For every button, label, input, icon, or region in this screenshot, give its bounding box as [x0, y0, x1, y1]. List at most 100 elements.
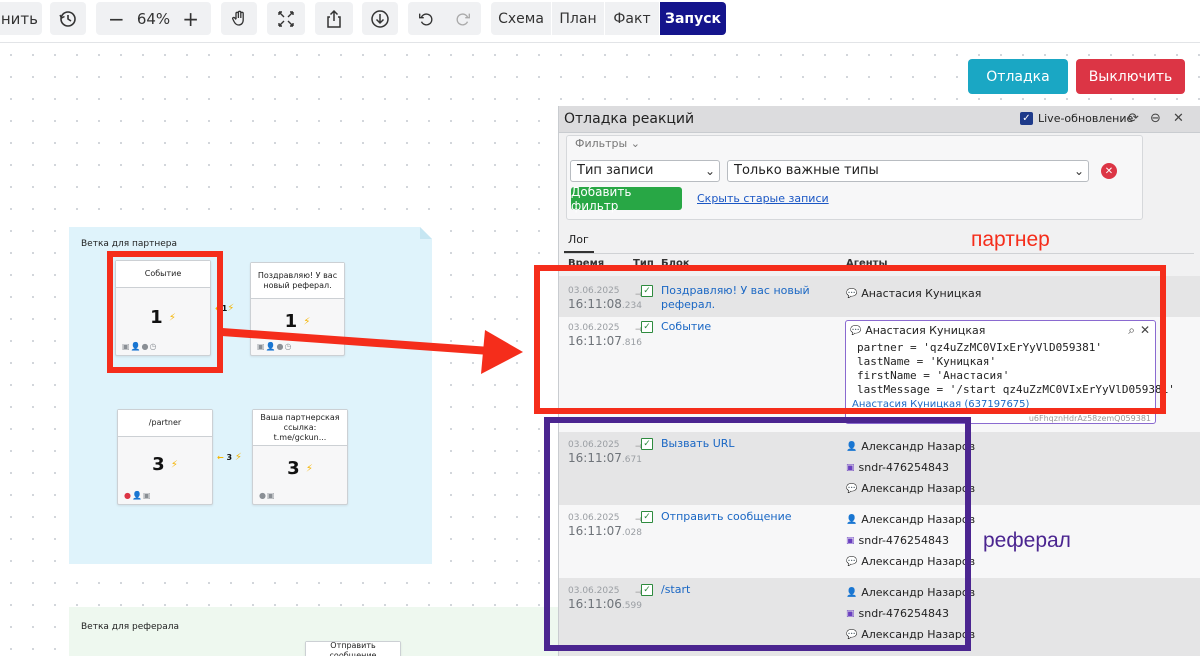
- top-toolbar: анить − 64% + Схема План Факт Запуск: [0, 0, 1200, 43]
- undo-icon[interactable]: [417, 10, 435, 28]
- node-status-icons: ●👤▣: [124, 491, 152, 500]
- col-type[interactable]: Тип: [633, 258, 654, 269]
- filter-value-text: Только важные типы: [734, 163, 879, 178]
- checkbox-checked-icon[interactable]: ✓: [1020, 112, 1033, 125]
- remove-filter-button[interactable]: ✕: [1101, 163, 1117, 179]
- tab-fact[interactable]: Факт: [605, 2, 659, 35]
- refresh-icon[interactable]: ⟳: [1128, 111, 1139, 126]
- debug-panel: Отладка реакций ✓ Live-обновление ⟳ ⊖ ✕ …: [558, 106, 1200, 656]
- row-block-link[interactable]: /start: [661, 583, 811, 597]
- node-congrats[interactable]: Поздравляю! У вас новый реферал. 1 ⚡ ▣👤●…: [250, 262, 345, 356]
- tab-launch[interactable]: Запуск: [660, 2, 726, 35]
- chat-icon: 💬: [846, 483, 858, 494]
- row-time: 16:11:07.028: [568, 524, 642, 538]
- row-agent[interactable]: 👤 Александр Назаров: [846, 440, 975, 453]
- popup-agent-link[interactable]: Анастасия Куницкая (637197675): [852, 399, 1029, 410]
- close-icon: ✕: [1104, 165, 1114, 177]
- tab-scheme-label: Схема: [498, 10, 544, 27]
- connector-label-1: ←1⚡: [215, 303, 235, 314]
- download-button[interactable]: [362, 2, 398, 35]
- node-partner-link[interactable]: Ваша партнерская ссылка: t.me/gckun... 3…: [252, 409, 348, 505]
- tab-scheme[interactable]: Схема: [491, 2, 551, 35]
- debug-button-label: Отладка: [986, 68, 1050, 85]
- log-row[interactable]: 03.06.2025 16:11:07.671 → ✓ Вызвать URL …: [559, 432, 1200, 505]
- filters-toggle[interactable]: Фильтры ⌄: [575, 137, 640, 150]
- col-block[interactable]: Блок: [661, 258, 690, 269]
- log-row[interactable]: 03.06.2025 16:11:06.599 → ✓ /start 👤 Алек…: [559, 578, 1200, 656]
- row-date: 03.06.2025: [568, 513, 620, 523]
- branch-partner[interactable]: Ветка для партнера Событие 1 ⚡ ▣👤●◷ ←1⚡ …: [69, 227, 432, 564]
- row-agent[interactable]: 👤 Александр Назаров: [846, 586, 975, 599]
- search-icon[interactable]: ⌕: [1128, 323, 1135, 338]
- row-block-link[interactable]: Вызвать URL: [661, 437, 811, 451]
- debug-button[interactable]: Отладка: [968, 59, 1068, 94]
- zoom-out-button[interactable]: −: [108, 7, 125, 31]
- filter-type-select[interactable]: Тип записи ⌄: [570, 160, 720, 182]
- row-block-link[interactable]: Событие: [661, 320, 811, 334]
- row-date: 03.06.2025: [568, 323, 620, 333]
- share-button[interactable]: [315, 2, 353, 35]
- tab-log[interactable]: Лог: [568, 233, 589, 246]
- tab-plan[interactable]: План: [552, 2, 604, 35]
- row-agent[interactable]: 💬 Александр Назаров: [846, 555, 975, 568]
- lightning-icon: ⚡: [168, 312, 176, 324]
- node-counter: 1 ⚡: [284, 311, 311, 332]
- node-partner-command[interactable]: /partner 3 ⚡ ●👤▣: [117, 409, 213, 505]
- log-row[interactable]: 03.06.2025 16:11:07.028 → ✓ Отправить со…: [559, 505, 1200, 578]
- close-icon[interactable]: ✕: [1140, 323, 1150, 337]
- fit-arrows-icon: [278, 10, 294, 27]
- chevron-down-icon: ⌄: [704, 164, 715, 178]
- branch-partner-title: Ветка для партнера: [81, 239, 178, 249]
- row-date: 03.06.2025: [568, 286, 620, 296]
- row-agent[interactable]: ▣ sndr-476254843: [846, 607, 949, 620]
- user-icon: 👤: [846, 587, 858, 598]
- col-agents[interactable]: Агенты: [846, 258, 888, 269]
- chat-icon: 💬: [850, 325, 862, 336]
- node-send-message[interactable]: Отправить сообщение: [305, 641, 401, 656]
- zoom-in-button[interactable]: +: [182, 7, 199, 31]
- chat-icon: 💬: [846, 288, 858, 299]
- chevron-down-icon: ⌄: [630, 137, 640, 150]
- popup-truncated-id: u6FhqznHdrAz58zemQ059381: [1028, 414, 1151, 423]
- hand-tool-button[interactable]: [221, 2, 257, 35]
- row-block-link[interactable]: Поздравляю! У вас новый реферал.: [661, 284, 811, 312]
- close-icon[interactable]: ✕: [1173, 111, 1184, 126]
- row-agent[interactable]: 💬 Александр Назаров: [846, 628, 975, 641]
- redo-icon[interactable]: [454, 10, 472, 28]
- branch-referral[interactable]: Ветка для реферала Отправить сообщение: [69, 607, 559, 656]
- disable-button-label: Выключить: [1088, 68, 1173, 85]
- row-agent[interactable]: ▣ sndr-476254843: [846, 461, 949, 474]
- minimize-icon[interactable]: ⊖: [1150, 111, 1161, 126]
- filters-box: Фильтры ⌄ Тип записи ⌄ Только важные тип…: [566, 135, 1143, 220]
- lightning-icon: ⚡: [305, 463, 313, 475]
- live-update-toggle[interactable]: ✓ Live-обновление: [1020, 112, 1133, 125]
- hand-icon: [232, 10, 244, 26]
- row-time: 16:11:08.234: [568, 297, 642, 311]
- tab-launch-label: Запуск: [665, 10, 721, 27]
- filter-type-value: Тип записи: [577, 163, 654, 178]
- history-button[interactable]: [50, 2, 86, 35]
- row-agent[interactable]: ▣ sndr-476254843: [846, 534, 949, 547]
- fit-screen-button[interactable]: [267, 2, 305, 35]
- row-block-link[interactable]: Отправить сообщение: [661, 510, 811, 524]
- save-button[interactable]: анить: [0, 2, 42, 35]
- node-event[interactable]: Событие 1 ⚡ ▣👤●◷: [115, 260, 211, 356]
- filter-value-select[interactable]: Только важные типы ⌄: [727, 160, 1089, 182]
- col-time[interactable]: Время: [568, 258, 604, 269]
- log-row[interactable]: 03.06.2025 16:11:08.234 → ✓ Поздравляю! …: [559, 276, 1200, 317]
- undo-redo-group: [408, 2, 481, 35]
- hide-old-records-link[interactable]: Скрыть старые записи: [697, 192, 829, 205]
- lightning-icon: ⚡: [170, 459, 178, 471]
- row-agent[interactable]: 👤 Александр Назаров: [846, 513, 975, 526]
- row-success-icon: ✓: [641, 321, 653, 333]
- row-agent[interactable]: 💬 Анастасия Куницкая: [846, 287, 981, 300]
- row-agent[interactable]: 💬 Александр Назаров: [846, 482, 975, 495]
- lightning-icon: ⚡: [303, 316, 311, 328]
- agent-variables-popup: 💬 Анастасия Куницкая ⌕ ✕ partner = 'qz4uZ…: [845, 320, 1175, 424]
- zoom-level: 64%: [136, 9, 171, 28]
- node-status-icons: ▣👤●◷: [257, 342, 293, 351]
- add-filter-button[interactable]: Добавить фильтр: [571, 185, 682, 213]
- tab-divider: [564, 253, 1194, 254]
- row-time: 16:11:07.816: [568, 334, 642, 348]
- disable-button[interactable]: Выключить: [1076, 59, 1185, 94]
